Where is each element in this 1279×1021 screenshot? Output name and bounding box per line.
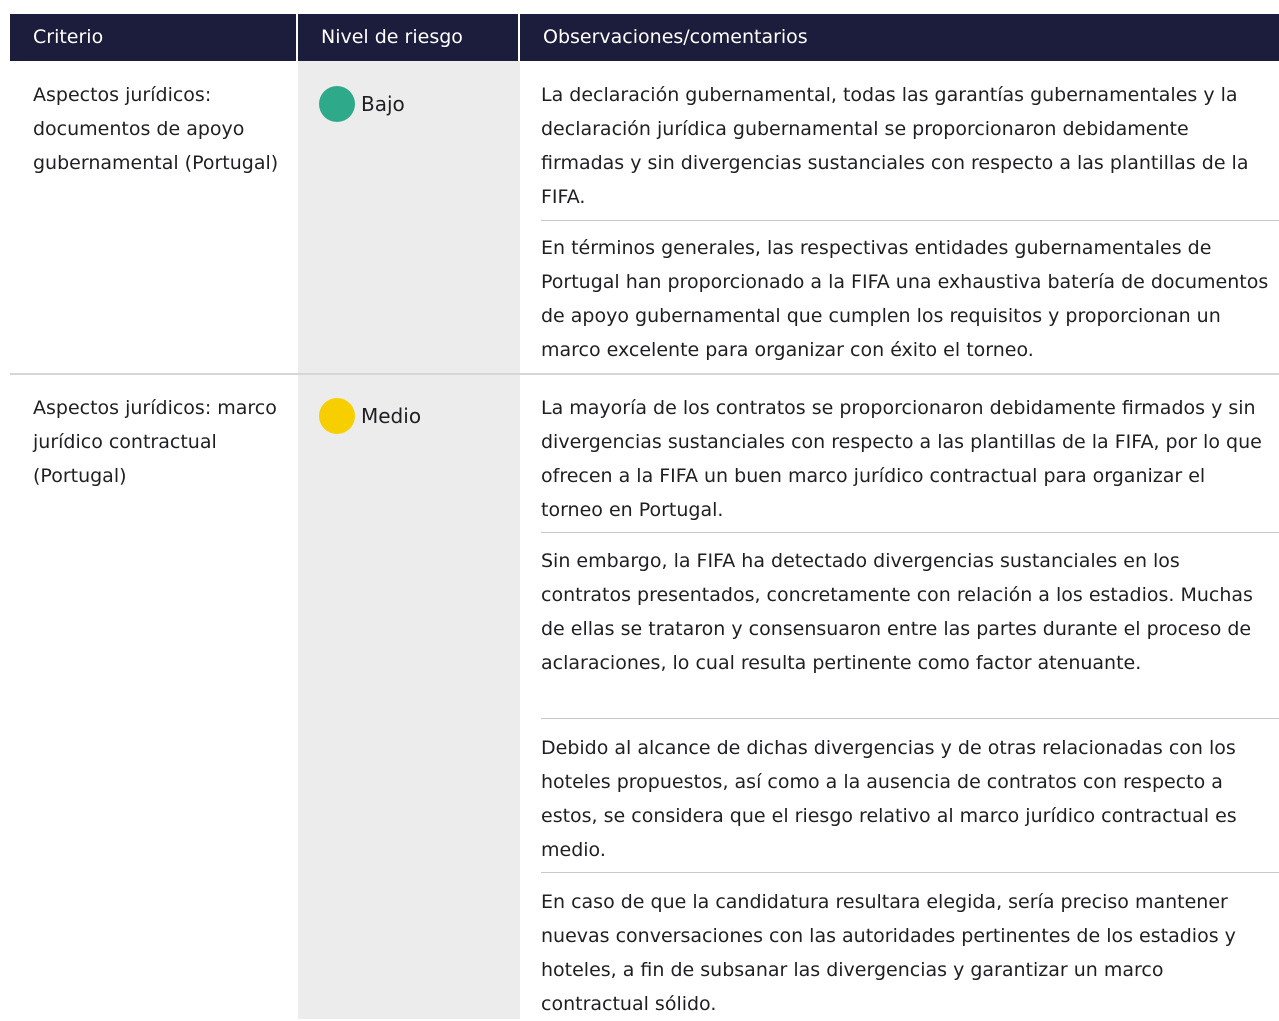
observation-paragraph: Sin embargo, la FIFA ha detectado diverg… — [541, 550, 1253, 674]
paragraph-divider — [541, 718, 1279, 719]
criterio-cell: Aspectos jurídicos: documentos de apoyo … — [33, 84, 279, 174]
header-nivel-de-riesgo: Nivel de riesgo — [321, 26, 463, 48]
risk-column-band — [298, 375, 520, 1019]
risk-table: Criterio Nivel de riesgo Observaciones/c… — [10, 0, 1279, 1019]
row-divider — [10, 373, 1279, 375]
paragraph-divider — [541, 532, 1279, 533]
paragraph-divider — [541, 872, 1279, 873]
observation-paragraph: La mayoría de los contratos se proporcio… — [541, 397, 1262, 521]
risk-level-label: Bajo — [361, 92, 405, 116]
risk-level-label: Medio — [361, 404, 422, 428]
header-criterio: Criterio — [33, 26, 104, 48]
observation-paragraph: Debido al alcance de dichas divergencias… — [541, 737, 1237, 861]
criterio-cell: Aspectos jurídicos: marco jurídico contr… — [33, 397, 277, 487]
paragraph-divider — [541, 220, 1279, 221]
observation-paragraph: En términos generales, las respectivas e… — [541, 237, 1269, 361]
observation-paragraph: En caso de que la candidatura resultara … — [541, 891, 1236, 1015]
risk-indicator-dot — [319, 398, 355, 434]
risk-level: Medio — [319, 398, 421, 434]
risk-indicator-dot — [319, 86, 355, 122]
table-header: Criterio Nivel de riesgo Observaciones/c… — [10, 14, 1279, 61]
observation-paragraph: La declaración gubernamental, todas las … — [541, 84, 1249, 208]
risk-level: Bajo — [319, 86, 405, 122]
header-observaciones: Observaciones/comentarios — [543, 26, 808, 48]
